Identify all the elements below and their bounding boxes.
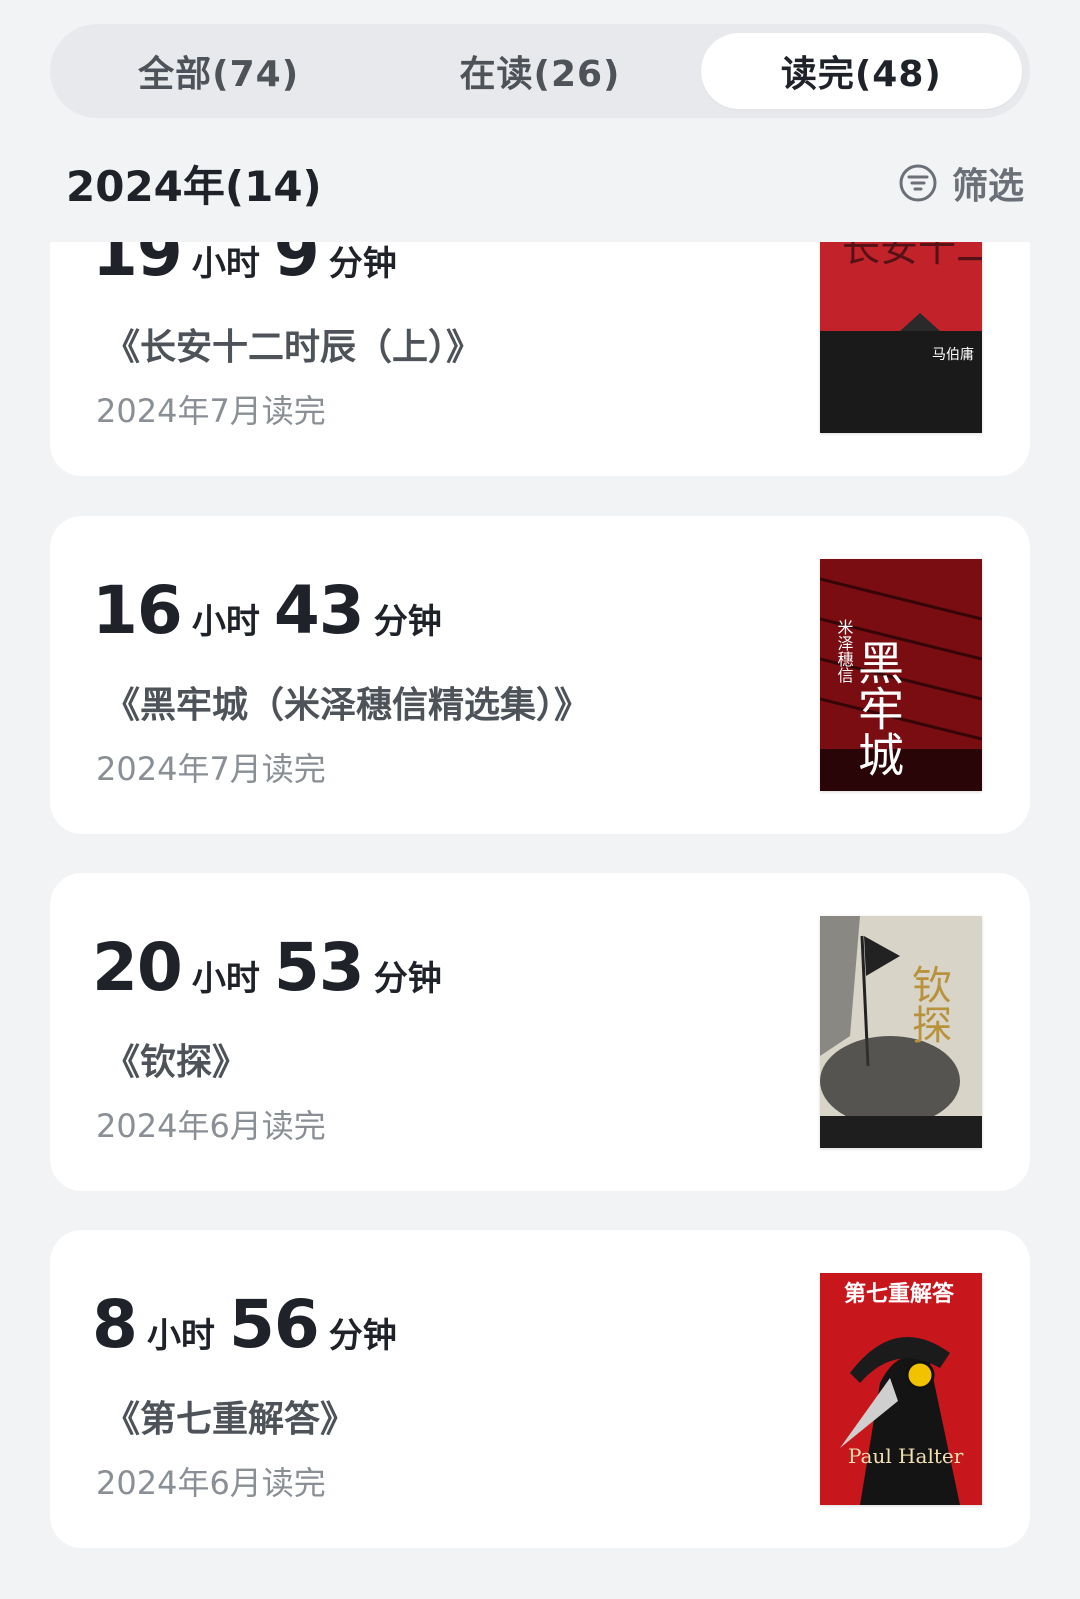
duration-hours: 16 — [92, 572, 183, 649]
cover-author-text: 米泽穗信 — [835, 619, 854, 683]
reading-history-screen: 全部(74) 在读(26) 读完(48) 2024年(14) 筛选 19 小时 — [0, 0, 1080, 1599]
book-cover[interactable]: 钦探 — [820, 916, 982, 1148]
finish-date: 2024年6月读完 — [96, 1464, 326, 1502]
duration-hours: 20 — [92, 929, 183, 1006]
reading-duration: 19 小时 9 分钟 — [92, 242, 411, 286]
minute-unit: 分钟 — [373, 602, 442, 642]
status-tab-bar: 全部(74) 在读(26) 读完(48) — [50, 24, 1030, 118]
book-list[interactable]: 19 小时 9 分钟 《长安十二时辰（上）》 2024年7月读完 长安十二时辰 … — [0, 242, 1080, 1599]
book-title: 《长安十二时辰（上）》 — [104, 327, 483, 368]
duration-hours: 8 — [92, 1286, 138, 1363]
filter-button[interactable]: 筛选 — [898, 157, 1024, 209]
hour-unit: 小时 — [191, 244, 260, 284]
reading-duration: 8 小时 56 分钟 — [92, 1292, 411, 1358]
book-card[interactable]: 19 小时 9 分钟 《长安十二时辰（上）》 2024年7月读完 长安十二时辰 … — [50, 242, 1030, 476]
cover-author-text: 马伯庸 — [932, 346, 974, 363]
book-cover[interactable]: 第七重解答 Paul Halter — [820, 1273, 982, 1505]
tab-all[interactable]: 全部(74) — [58, 33, 379, 109]
duration-minutes: 43 — [273, 572, 365, 649]
cover-title-text: 黑牢城 — [851, 639, 905, 777]
hour-unit: 小时 — [191, 959, 260, 999]
book-cover[interactable]: 长安十二时辰 马伯庸 — [820, 242, 982, 433]
book-title: 《钦探》 — [104, 1042, 249, 1083]
reading-duration: 20 小时 53 分钟 — [92, 935, 456, 1001]
book-cover[interactable]: 黑牢城 米泽穗信 — [820, 559, 982, 791]
cover-title-text: 长安十二时辰 — [842, 242, 982, 270]
tab-finished[interactable]: 读完(48) — [700, 33, 1022, 109]
reading-duration: 16 小时 43 分钟 — [92, 578, 456, 644]
minute-unit: 分钟 — [328, 244, 397, 284]
minute-unit: 分钟 — [373, 959, 442, 999]
book-card[interactable]: 8 小时 56 分钟 《第七重解答》 2024年6月读完 第七重解答 Paul … — [50, 1230, 1030, 1548]
finish-date: 2024年6月读完 — [96, 1107, 326, 1145]
year-title: 2024年(14) — [66, 161, 322, 211]
book-title: 《黑牢城（米泽穗信精选集）》 — [104, 685, 591, 726]
book-card[interactable]: 16 小时 43 分钟 《黑牢城（米泽穗信精选集）》 2024年7月读完 黑牢城… — [50, 516, 1030, 834]
filter-icon — [898, 163, 938, 203]
finish-date: 2024年7月读完 — [96, 750, 326, 788]
cover-title-text: 钦探 — [905, 964, 951, 1044]
duration-hours: 19 — [92, 242, 183, 291]
minute-unit: 分钟 — [328, 1316, 397, 1356]
duration-minutes: 56 — [228, 1286, 320, 1363]
hour-unit: 小时 — [146, 1316, 215, 1356]
year-section-header: 2024年(14) 筛选 — [66, 150, 1024, 216]
duration-minutes: 53 — [273, 929, 365, 1006]
hour-unit: 小时 — [191, 602, 260, 642]
cover-title-text: 第七重解答 — [844, 1281, 955, 1307]
cover-author-text: Paul Halter — [848, 1444, 964, 1468]
filter-label: 筛选 — [951, 166, 1024, 207]
tab-reading[interactable]: 在读(26) — [379, 33, 700, 109]
duration-minutes: 9 — [273, 242, 320, 291]
finish-date: 2024年7月读完 — [96, 392, 326, 430]
book-title: 《第七重解答》 — [104, 1399, 357, 1440]
book-card[interactable]: 20 小时 53 分钟 《钦探》 2024年6月读完 钦探 — [50, 873, 1030, 1191]
